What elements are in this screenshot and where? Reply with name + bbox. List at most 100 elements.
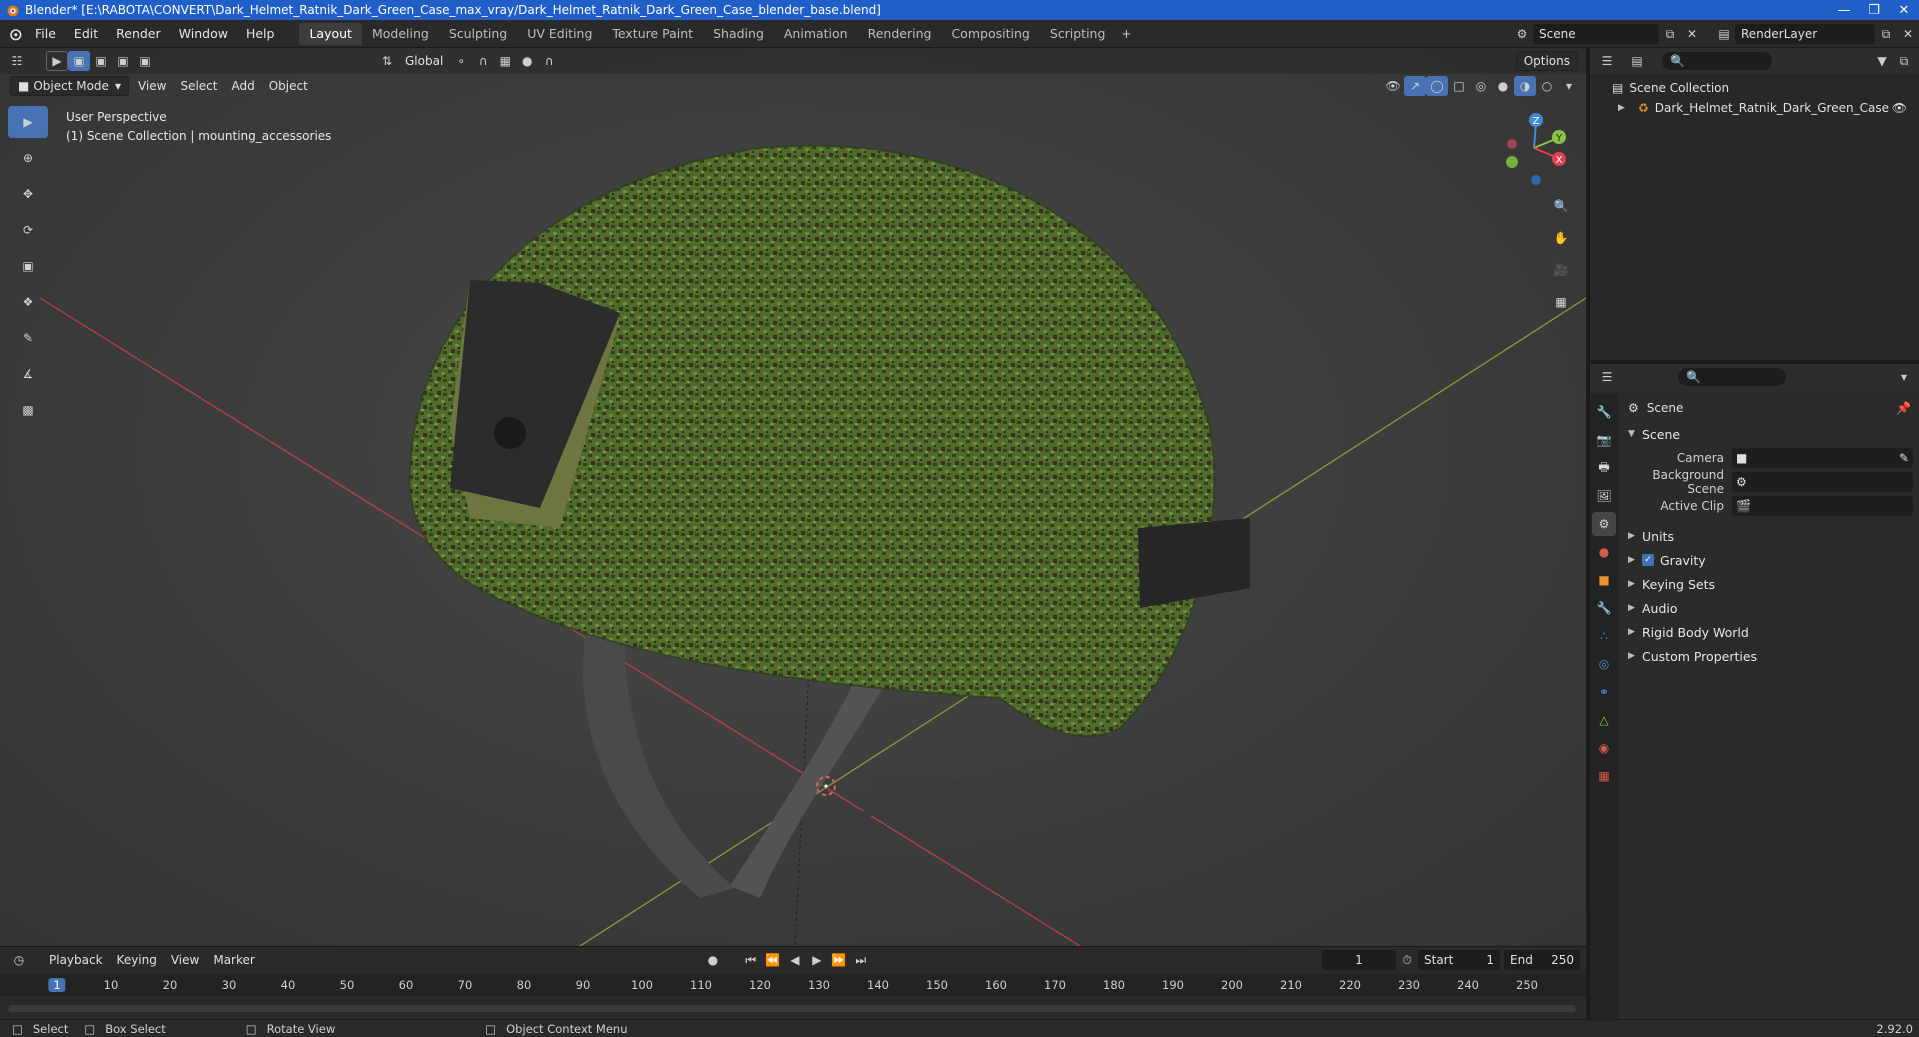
- start-frame-field[interactable]: Start 1: [1418, 950, 1500, 970]
- tab-uv-editing[interactable]: UV Editing: [517, 23, 602, 45]
- menu-file[interactable]: File: [26, 20, 65, 48]
- stopwatch-icon[interactable]: ⏱: [1396, 950, 1418, 970]
- menu-add[interactable]: Add: [224, 76, 261, 96]
- end-frame-field[interactable]: End 250: [1504, 950, 1580, 970]
- tab-scripting[interactable]: Scripting: [1040, 23, 1116, 45]
- render-layer-icon[interactable]: ▤: [1713, 24, 1735, 44]
- material-shading-icon[interactable]: ◑: [1514, 76, 1536, 96]
- outliner-item[interactable]: ▶ ♻ Dark_Helmet_Ratnik_Dark_Green_Case 👁: [1590, 98, 1919, 118]
- material-tab-icon[interactable]: ◉: [1592, 736, 1616, 760]
- view-layer-tab-icon[interactable]: 🖼: [1592, 484, 1616, 508]
- options-dropdown[interactable]: Options: [1515, 51, 1578, 71]
- keying-sets-panel-header[interactable]: ▶ Keying Sets: [1620, 572, 1919, 596]
- properties-search-input[interactable]: 🔍: [1678, 368, 1786, 386]
- annotate-tool-icon[interactable]: ✎: [8, 322, 48, 354]
- measure-tool-icon[interactable]: ∡: [8, 358, 48, 390]
- menu-edit[interactable]: Edit: [65, 20, 107, 48]
- minimize-icon[interactable]: —: [1829, 0, 1859, 20]
- jump-end-icon[interactable]: ⏭: [850, 950, 872, 970]
- new-collection-icon[interactable]: ⧉: [1893, 51, 1915, 71]
- rotate-tool-icon[interactable]: ⟳: [8, 214, 48, 246]
- menu-help[interactable]: Help: [237, 20, 284, 48]
- display-mode-icon[interactable]: ▤: [1626, 51, 1648, 71]
- audio-panel-header[interactable]: ▶ Audio: [1620, 596, 1919, 620]
- background-scene-field[interactable]: ⚙: [1732, 472, 1913, 492]
- tool-tab-icon[interactable]: 🔧: [1592, 400, 1616, 424]
- tab-modeling[interactable]: Modeling: [362, 23, 439, 45]
- shading-options-icon[interactable]: ▾: [1558, 76, 1580, 96]
- transform-tool-icon[interactable]: ❖: [8, 286, 48, 318]
- timeline-scrollbar[interactable]: [8, 1005, 1576, 1012]
- outliner-editor-type-icon[interactable]: ☰: [1596, 51, 1618, 71]
- constraints-tab-icon[interactable]: ⚭: [1592, 680, 1616, 704]
- rendered-shading-icon[interactable]: ○: [1536, 76, 1558, 96]
- menu-marker[interactable]: Marker: [206, 950, 261, 970]
- gravity-checkbox[interactable]: ✓: [1642, 554, 1654, 566]
- 3d-viewport[interactable]: ☷ ▶ ▣ ▣ ▣ ▣ ⇅ Global ∘ ∩ ▦ ● ∩ Options ■…: [0, 48, 1586, 946]
- particles-tab-icon[interactable]: ∴: [1592, 624, 1616, 648]
- scene-icon[interactable]: ⚙: [1511, 24, 1533, 44]
- tab-texture-paint[interactable]: Texture Paint: [602, 23, 703, 45]
- outliner-search-input[interactable]: 🔍: [1662, 52, 1772, 70]
- render-layer-selector[interactable]: RenderLayer: [1735, 24, 1875, 44]
- new-scene-icon[interactable]: ⧉: [1659, 24, 1681, 44]
- snap-target-icon[interactable]: ▦: [494, 51, 516, 71]
- scene-selector[interactable]: Scene: [1533, 24, 1659, 44]
- tab-compositing[interactable]: Compositing: [941, 23, 1039, 45]
- visibility-icon[interactable]: 👁: [1382, 76, 1404, 96]
- scene-panel-header[interactable]: ▼ Scene: [1620, 422, 1919, 446]
- data-tab-icon[interactable]: △: [1592, 708, 1616, 732]
- add-workspace-icon[interactable]: +: [1115, 24, 1137, 44]
- play-reverse-icon[interactable]: ◀: [784, 950, 806, 970]
- active-clip-field[interactable]: 🎬: [1732, 496, 1913, 516]
- maximize-icon[interactable]: ❐: [1859, 0, 1889, 20]
- transform-orientation-dropdown[interactable]: Global: [398, 51, 450, 71]
- tab-layout[interactable]: Layout: [299, 22, 362, 45]
- scale-tool-icon[interactable]: ▣: [8, 250, 48, 282]
- gravity-panel-header[interactable]: ▶ ✓ Gravity: [1620, 548, 1919, 572]
- box-select-mode-new-icon[interactable]: ▣: [68, 51, 90, 71]
- close-icon[interactable]: ✕: [1889, 0, 1919, 20]
- current-frame-field[interactable]: 1: [1322, 950, 1396, 970]
- outliner-scene-collection[interactable]: ▤ Scene Collection: [1590, 78, 1919, 98]
- editor-type-icon[interactable]: ☷: [6, 51, 28, 71]
- play-icon[interactable]: ▶: [806, 950, 828, 970]
- mode-dropdown[interactable]: ■ Object Mode ▾: [10, 76, 129, 96]
- tab-shading[interactable]: Shading: [703, 23, 774, 45]
- eyedropper-icon[interactable]: ✎: [1899, 451, 1909, 465]
- pivot-icon[interactable]: ∘: [450, 51, 472, 71]
- delete-scene-icon[interactable]: ✕: [1681, 24, 1703, 44]
- select-tool-icon[interactable]: ▶: [8, 106, 48, 138]
- timeline-ruler[interactable]: 1 10 20 30 40 50 60 70 80 90 100 110 120…: [0, 974, 1586, 996]
- wireframe-shading-icon[interactable]: ◎: [1470, 76, 1492, 96]
- output-tab-icon[interactable]: 🖶: [1592, 456, 1616, 480]
- tab-rendering[interactable]: Rendering: [858, 23, 942, 45]
- menu-select[interactable]: Select: [173, 76, 224, 96]
- box-select-mode-extend-icon[interactable]: ▣: [90, 51, 112, 71]
- zoom-icon[interactable]: 🔍: [1548, 194, 1574, 218]
- navigation-gizmo[interactable]: Z Y X: [1496, 108, 1576, 188]
- tab-animation[interactable]: Animation: [774, 23, 858, 45]
- timeline-editor-type-icon[interactable]: ◷: [8, 950, 30, 970]
- menu-timeline-view[interactable]: View: [164, 950, 206, 970]
- menu-object[interactable]: Object: [262, 76, 315, 96]
- chevron-down-icon[interactable]: ▾: [1893, 367, 1915, 387]
- texture-tab-icon[interactable]: ▦: [1592, 764, 1616, 788]
- physics-tab-icon[interactable]: ◎: [1592, 652, 1616, 676]
- prev-keyframe-icon[interactable]: ⏪: [762, 950, 784, 970]
- world-tab-icon[interactable]: ●: [1592, 540, 1616, 564]
- menu-keying[interactable]: Keying: [110, 950, 164, 970]
- menu-window[interactable]: Window: [170, 20, 237, 48]
- transform-orientation-icon[interactable]: ⇅: [376, 51, 398, 71]
- delete-layer-icon[interactable]: ✕: [1897, 24, 1919, 44]
- pan-hand-icon[interactable]: ✋: [1548, 226, 1574, 250]
- scene-tab-icon[interactable]: ⚙: [1592, 512, 1616, 536]
- add-cube-tool-icon[interactable]: ▩: [8, 394, 48, 426]
- new-layer-icon[interactable]: ⧉: [1875, 24, 1897, 44]
- pin-icon[interactable]: 📌: [1896, 401, 1911, 415]
- menu-render[interactable]: Render: [107, 20, 170, 48]
- overlay-toggle-icon[interactable]: ◯: [1426, 76, 1448, 96]
- blender-menu-icon[interactable]: [4, 24, 26, 44]
- solid-shading-icon[interactable]: ●: [1492, 76, 1514, 96]
- move-tool-icon[interactable]: ✥: [8, 178, 48, 210]
